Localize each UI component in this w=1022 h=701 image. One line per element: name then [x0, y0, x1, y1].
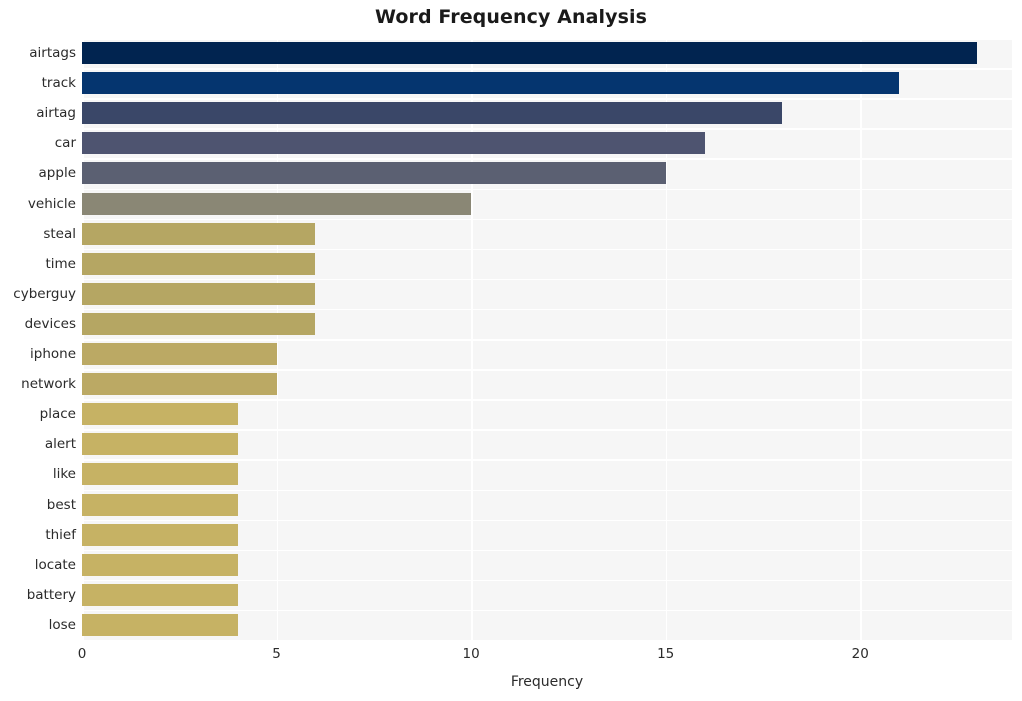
x-tick-label: 0: [77, 646, 87, 662]
y-tick-label: time: [45, 255, 76, 272]
bar: [82, 403, 238, 426]
y-tick-label: cyberguy: [13, 285, 76, 302]
bar: [82, 42, 977, 65]
y-tick-label: thief: [45, 526, 76, 543]
y-gridline: [82, 68, 1012, 70]
y-gridline: [82, 248, 1012, 251]
bar: [82, 132, 705, 155]
y-tick-label: car: [54, 135, 76, 152]
y-gridline: [82, 519, 1012, 522]
y-tick-label: devices: [24, 315, 76, 332]
y-gridline: [82, 459, 1012, 461]
y-gridline: [82, 399, 1012, 401]
y-gridline: [82, 489, 1012, 491]
y-tick-label: track: [41, 75, 76, 92]
y-gridline: [82, 308, 1012, 311]
bar: [82, 282, 316, 305]
plot-area: [82, 38, 1012, 640]
y-tick-label: vehicle: [27, 195, 76, 212]
x-tick-label: 5: [272, 646, 281, 662]
bar: [82, 373, 277, 396]
bar: [82, 463, 238, 486]
y-tick-label: battery: [26, 586, 76, 603]
y-tick-label: place: [39, 406, 76, 423]
y-gridline: [82, 579, 1012, 582]
y-tick-label: apple: [38, 165, 76, 182]
y-gridline: [82, 339, 1012, 341]
bar: [82, 102, 783, 125]
x-tick-label: 10: [462, 646, 480, 662]
y-gridline: [82, 369, 1012, 371]
bar: [82, 613, 238, 636]
y-gridline: [82, 549, 1012, 552]
word-frequency-chart-figure: Word Frequency Analysis airtags track airt…: [0, 0, 1022, 701]
y-gridline: [82, 38, 1012, 40]
y-gridline: [82, 278, 1012, 281]
y-tick-label: steal: [43, 225, 76, 242]
bar: [82, 433, 238, 456]
bar: [82, 252, 316, 275]
bar: [82, 222, 316, 245]
bar: [82, 312, 316, 335]
bar: [82, 493, 238, 516]
y-gridline: [82, 218, 1012, 221]
y-tick-label: airtags: [29, 45, 76, 62]
y-tick-label: locate: [34, 556, 76, 573]
y-gridline: [82, 188, 1012, 190]
y-tick-label: airtag: [36, 105, 76, 122]
x-tick-label: 20: [851, 646, 869, 662]
bar: [82, 343, 277, 366]
y-gridline: [82, 158, 1012, 160]
y-axis-category-labels: airtags track airtag car apple vehicle steal ti…: [0, 38, 76, 640]
y-tick-label: best: [46, 496, 76, 513]
bar: [82, 72, 900, 95]
x-axis-label: Frequency: [510, 674, 584, 690]
bar: [82, 523, 238, 546]
y-gridline: [82, 609, 1012, 612]
bar: [82, 192, 472, 215]
bar: [82, 162, 666, 185]
x-tick-label: 15: [657, 646, 675, 662]
bar: [82, 553, 238, 576]
y-tick-label: iphone: [30, 346, 76, 363]
y-tick-label: network: [21, 376, 76, 393]
y-gridline: [82, 98, 1012, 100]
y-tick-label: alert: [44, 436, 76, 453]
y-gridline: [82, 429, 1012, 431]
bar: [82, 583, 238, 606]
y-tick-label: like: [52, 466, 76, 483]
chart-title: Word Frequency Analysis: [374, 6, 648, 28]
y-gridline: [82, 128, 1012, 130]
y-tick-label: lose: [48, 616, 76, 633]
